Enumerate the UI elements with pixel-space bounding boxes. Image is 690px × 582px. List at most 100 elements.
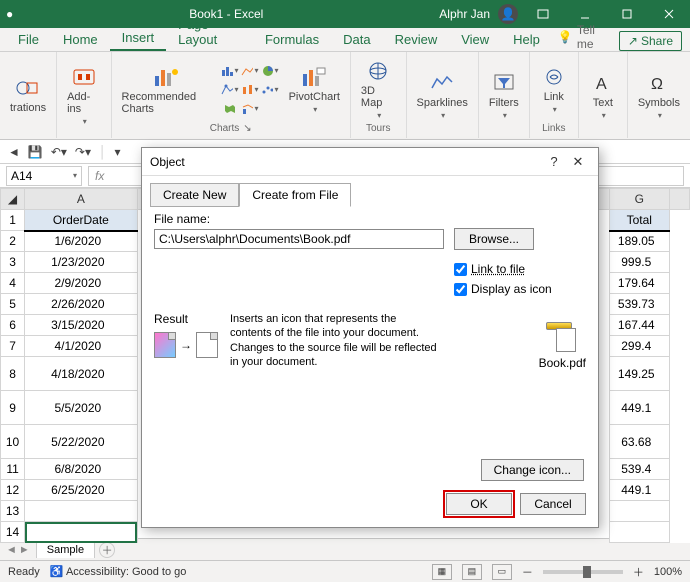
cell[interactable]	[609, 522, 669, 543]
scatter-chart-button[interactable]: ▾	[261, 81, 279, 99]
tab-view[interactable]: View	[449, 28, 501, 51]
cell[interactable]: 2/26/2020	[25, 294, 137, 315]
tab-data[interactable]: Data	[331, 28, 382, 51]
cell[interactable]: 3/15/2020	[25, 315, 137, 336]
chevron-down-icon[interactable]: ▾	[73, 171, 77, 180]
line-chart-button[interactable]: ▾	[241, 62, 259, 80]
save-icon[interactable]: 💾	[28, 145, 43, 159]
sheet-nav-prev[interactable]: ►	[19, 544, 30, 556]
redo-icon[interactable]: ↷▾	[75, 145, 91, 159]
tab-help[interactable]: Help	[501, 28, 552, 51]
cell[interactable]: 6/25/2020	[25, 480, 137, 501]
cell[interactable]: 449.1	[609, 391, 669, 425]
zoom-slider[interactable]	[543, 570, 623, 574]
symbols-button[interactable]: ΩSymbols▾	[634, 69, 684, 122]
ribbon-display-options[interactable]	[526, 1, 560, 28]
stat-chart-button[interactable]: ▾	[241, 81, 259, 99]
sparklines-button[interactable]: Sparklines▾	[413, 69, 472, 122]
row-header[interactable]: 6	[1, 315, 25, 336]
text-button[interactable]: AText▾	[585, 69, 621, 122]
accessibility-status[interactable]: ♿ Accessibility: Good to go	[50, 565, 187, 578]
row-header[interactable]: 8	[1, 357, 25, 391]
change-icon-button[interactable]: Change icon...	[481, 459, 584, 481]
cell[interactable]: 449.1	[609, 480, 669, 501]
select-all[interactable]: ◢	[1, 189, 25, 210]
zoom-level[interactable]: 100%	[654, 566, 682, 578]
cell[interactable]: 999.5	[609, 252, 669, 273]
maximize-button[interactable]	[610, 1, 644, 28]
dialog-help-button[interactable]: ?	[542, 154, 566, 169]
tab-home[interactable]: Home	[51, 28, 110, 51]
recommended-charts-button[interactable]: Recommended Charts	[118, 63, 215, 117]
col-header-g[interactable]: G	[609, 189, 669, 210]
tab-page-layout[interactable]: Page Layout	[166, 13, 253, 51]
cell[interactable]: 4/18/2020	[25, 357, 137, 391]
cell[interactable]: 299.4	[609, 336, 669, 357]
row-header[interactable]: 11	[1, 459, 25, 480]
cell[interactable]	[609, 501, 669, 522]
qat-customize-icon[interactable]: ▾	[115, 145, 121, 159]
add-sheet-button[interactable]: ＋	[99, 542, 115, 558]
cancel-button[interactable]: Cancel	[520, 493, 586, 515]
row-header[interactable]: 5	[1, 294, 25, 315]
row-header[interactable]: 1	[1, 210, 25, 231]
display-as-icon-checkbox[interactable]: Display as icon	[454, 282, 586, 296]
column-chart-button[interactable]: ▾	[221, 62, 239, 80]
cell[interactable]: 2/9/2020	[25, 273, 137, 294]
tab-insert[interactable]: Insert	[110, 26, 167, 51]
sheet-nav-first[interactable]: ◄	[6, 544, 17, 556]
tab-create-new[interactable]: Create New	[150, 183, 239, 207]
tab-review[interactable]: Review	[383, 28, 450, 51]
dialog-close-button[interactable]: ✕	[566, 154, 590, 170]
row-header[interactable]: 9	[1, 391, 25, 425]
cell[interactable]: 6/8/2020	[25, 459, 137, 480]
cell[interactable]: 5/5/2020	[25, 391, 137, 425]
row-header[interactable]: 4	[1, 273, 25, 294]
filters-button[interactable]: Filters▾	[485, 69, 523, 122]
name-box[interactable]: A14▾	[6, 166, 82, 186]
row-header[interactable]: 13	[1, 501, 25, 522]
sheet-tab-sample[interactable]: Sample	[36, 541, 95, 558]
tab-create-from-file[interactable]: Create from File	[239, 183, 351, 207]
nav-back-icon[interactable]: ◄	[8, 145, 20, 159]
hier-chart-button[interactable]: ▾	[221, 81, 239, 99]
combo-chart-button[interactable]: ▾	[241, 100, 259, 118]
link-button[interactable]: Link▾	[536, 63, 572, 116]
undo-icon[interactable]: ↶▾	[51, 145, 67, 159]
cell[interactable]: 167.44	[609, 315, 669, 336]
cell[interactable]: 179.64	[609, 273, 669, 294]
row-header[interactable]: 10	[1, 425, 25, 459]
row-header[interactable]: 2	[1, 231, 25, 252]
3d-map-button[interactable]: 3D Map▾	[357, 57, 400, 122]
share-button[interactable]: ↗Share	[619, 31, 682, 51]
browse-button[interactable]: Browse...	[454, 228, 534, 250]
link-to-file-checkbox[interactable]: Link to file	[454, 262, 586, 276]
col-header-a[interactable]: A	[25, 189, 137, 210]
charts-launcher-icon[interactable]: ↘	[243, 123, 251, 134]
cell[interactable]: 4/1/2020	[25, 336, 137, 357]
cell[interactable]: 1/6/2020	[25, 231, 137, 252]
row-header[interactable]: 14	[1, 522, 25, 543]
cell[interactable]: 63.68	[609, 425, 669, 459]
row-header[interactable]: 12	[1, 480, 25, 501]
cell[interactable]: 539.73	[609, 294, 669, 315]
cell[interactable]: 189.05	[609, 231, 669, 252]
pie-chart-button[interactable]: ▾	[261, 62, 279, 80]
cell[interactable]: OrderDate	[25, 210, 137, 231]
row-header[interactable]: 7	[1, 336, 25, 357]
cell[interactable]: 539.4	[609, 459, 669, 480]
pivotchart-button[interactable]: PivotChart▾	[285, 63, 344, 116]
cell[interactable]: 149.25	[609, 357, 669, 391]
cell[interactable]	[25, 522, 137, 543]
addins-button[interactable]: Add-ins▾	[63, 63, 104, 128]
autosave-toggle[interactable]: ●	[6, 7, 13, 21]
illustrations-button[interactable]: trations	[6, 74, 50, 116]
cell[interactable]: 1/23/2020	[25, 252, 137, 273]
tab-file[interactable]: File	[6, 28, 51, 51]
ok-button[interactable]: OK	[446, 493, 512, 515]
map-chart-button[interactable]	[221, 100, 239, 118]
close-button[interactable]	[652, 1, 686, 28]
cell[interactable]: 5/22/2020	[25, 425, 137, 459]
file-path-input[interactable]	[154, 229, 444, 249]
row-header[interactable]: 3	[1, 252, 25, 273]
